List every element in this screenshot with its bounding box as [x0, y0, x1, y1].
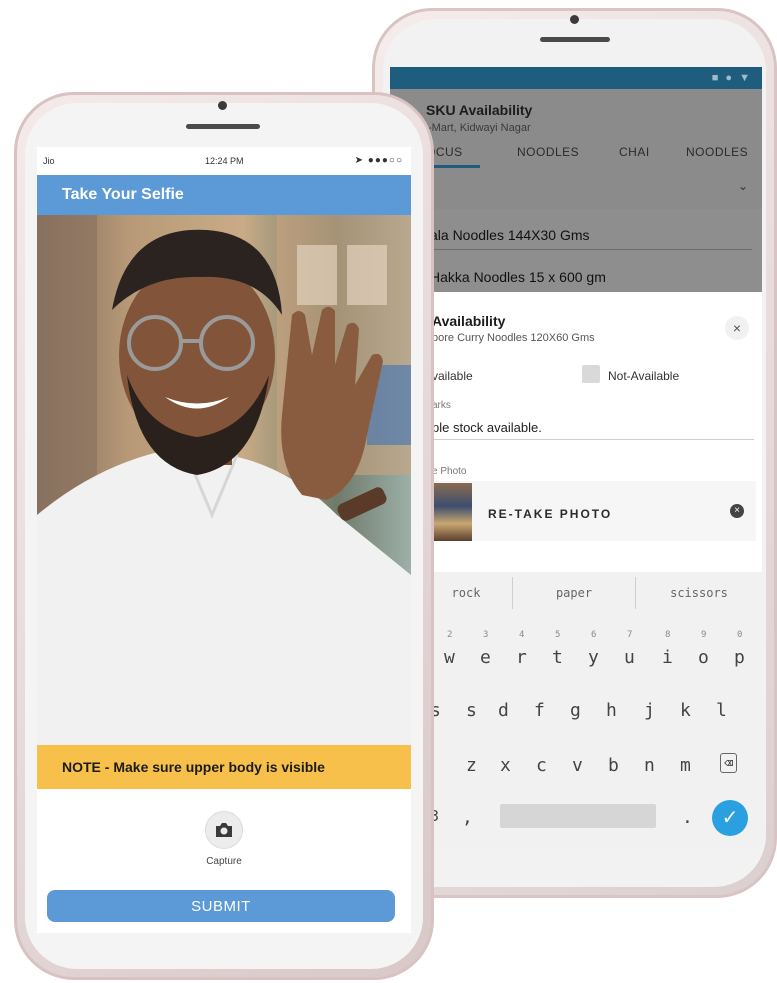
key-s-2[interactable]: s [466, 700, 477, 721]
retake-photo-button[interactable]: RE-TAKE PHOTO [488, 507, 612, 521]
front-phone-speaker [186, 124, 260, 129]
key-h[interactable]: h [606, 700, 617, 721]
back-phone-speaker [540, 37, 610, 42]
key-number-hint: 8 [665, 630, 671, 640]
suggestion-scissors[interactable]: scissors [636, 572, 762, 614]
key-t[interactable]: t [552, 647, 563, 668]
key-c[interactable]: c [536, 755, 547, 776]
key-y[interactable]: y [588, 647, 599, 668]
sku-list: ala Noodles 144X30 Gms Hakka Noodles 15 … [390, 209, 762, 299]
signal-icons: ➤ ●●●○○ [354, 155, 403, 166]
front-phone-screen: Jio 12:24 PM ➤ ●●●○○ Take Your Selfie NO… [37, 147, 411, 933]
key-number-hint: 9 [701, 630, 707, 640]
backspace-icon[interactable]: ⌫ [720, 753, 738, 773]
key-u[interactable]: u [624, 647, 635, 668]
key-f[interactable]: f [534, 700, 545, 721]
key-number-hint: 0 [737, 630, 743, 640]
key-k[interactable]: k [680, 700, 691, 721]
key-l[interactable]: l [716, 700, 727, 721]
list-item[interactable]: ala Noodles 144X30 Gms [430, 227, 590, 243]
key-number-hint: 2 [447, 630, 453, 640]
not-available-label: Not-Available [608, 369, 680, 383]
space-bar[interactable] [500, 804, 656, 828]
front-phone-camera [218, 101, 227, 110]
remarks-underline [432, 439, 754, 440]
remarks-input[interactable]: ple stock available. [432, 420, 542, 435]
chevron-down-icon[interactable]: ⌄ [738, 179, 748, 193]
note-text: NOTE - Make sure upper body is visible [62, 759, 325, 775]
store-subtitle: D-Mart, Kidwayi Nagar [420, 122, 531, 134]
enter-check-icon[interactable]: ✓ [712, 800, 748, 836]
capture-label: Capture [206, 856, 242, 867]
back-phone-camera [570, 15, 579, 24]
key-comma[interactable]: , [462, 807, 473, 828]
remove-photo-icon[interactable]: × [730, 504, 744, 518]
remarks-label: arks [432, 400, 451, 411]
page-title: Take Your Selfie [62, 186, 184, 203]
tab-noodles[interactable]: NOODLES [517, 145, 579, 159]
front-status-bar: Jio 12:24 PM ➤ ●●●○○ [37, 147, 411, 175]
not-available-checkbox[interactable] [582, 365, 600, 383]
key-number-hint: 6 [591, 630, 597, 640]
close-icon[interactable]: × [725, 316, 749, 340]
key-e[interactable]: e [480, 647, 491, 668]
key-m[interactable]: m [680, 755, 691, 776]
key-b[interactable]: b [608, 755, 619, 776]
key-number-hint: 5 [555, 630, 561, 640]
key-n[interactable]: n [644, 755, 655, 776]
key-period[interactable]: . [682, 807, 693, 828]
capture-button[interactable] [205, 811, 243, 849]
back-status-bar: ■ ● ▼ [390, 67, 762, 89]
back-phone-screen: ■ ● ▼ SKU Availability D-Mart, Kidwayi N… [390, 67, 762, 847]
key-d[interactable]: d [498, 700, 509, 721]
key-number-hint: 4 [519, 630, 525, 640]
tab-chai[interactable]: CHAI [619, 145, 650, 159]
page-title: SKU Availability [426, 102, 533, 118]
key-r[interactable]: r [516, 647, 527, 668]
key-g[interactable]: g [570, 700, 581, 721]
list-divider [430, 249, 752, 250]
sheet-subtitle: pore Curry Noodles 120X60 Gms [432, 332, 595, 344]
carrier-label: Jio [43, 156, 55, 166]
selfie-photo [37, 215, 411, 745]
key-number-hint: 3 [483, 630, 489, 640]
key-o[interactable]: o [698, 647, 709, 668]
photo-thumbnail[interactable] [430, 483, 472, 541]
tab-noodles-2[interactable]: NOODLES [686, 145, 748, 159]
key-p[interactable]: p [734, 647, 745, 668]
status-icons: ■ ● ▼ [711, 72, 752, 84]
list-item[interactable]: Hakka Noodles 15 x 600 gm [430, 269, 606, 285]
status-time: 12:24 PM [205, 156, 244, 166]
key-v[interactable]: v [572, 755, 583, 776]
key-i[interactable]: i [662, 647, 673, 668]
photo-label: e Photo [432, 466, 467, 477]
key-z[interactable]: z [466, 755, 477, 776]
key-number-hint: 7 [627, 630, 633, 640]
suggestion-paper[interactable]: paper [513, 572, 635, 614]
selfie-camera-preview [37, 215, 411, 745]
key-j[interactable]: j [644, 700, 655, 721]
sheet-title: Availability [432, 313, 506, 329]
submit-button[interactable]: SUBMIT [47, 890, 395, 922]
key-x[interactable]: x [500, 755, 511, 776]
available-option[interactable]: vailable [432, 369, 473, 383]
camera-icon [216, 823, 232, 837]
key-w[interactable]: w [444, 647, 455, 668]
